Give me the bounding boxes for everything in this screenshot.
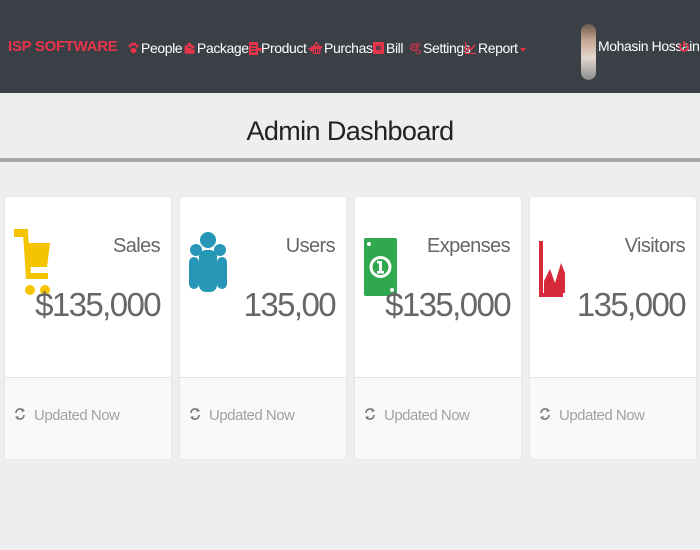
power-icon[interactable] bbox=[679, 40, 689, 53]
nav-item-report[interactable]: Report bbox=[465, 38, 526, 58]
refresh-icon[interactable] bbox=[189, 407, 201, 421]
money-icon bbox=[373, 42, 384, 55]
card-body: Expenses $135,000 bbox=[355, 197, 521, 377]
card-label: Users bbox=[285, 235, 336, 257]
stat-card-users: Users 135,00 Updated Now bbox=[180, 197, 346, 459]
refresh-icon[interactable] bbox=[539, 407, 551, 421]
nav-item-product[interactable]: Product bbox=[248, 38, 315, 58]
title-divider bbox=[0, 158, 700, 162]
card-value: $135,000 bbox=[385, 286, 511, 323]
stat-card-sales: Sales $135,000 Updated Now bbox=[5, 197, 171, 459]
refresh-icon[interactable] bbox=[14, 407, 26, 421]
updated-status: Updated Now bbox=[209, 407, 295, 424]
line-chart-icon bbox=[465, 42, 476, 55]
chevron-down-icon bbox=[519, 48, 526, 52]
card-body: Visitors 135,000 bbox=[530, 197, 696, 377]
updated-status: Updated Now bbox=[559, 407, 645, 424]
stat-card-visitors: Visitors 135,000 Updated Now bbox=[530, 197, 696, 459]
paw-icon bbox=[128, 42, 139, 55]
card-value: 135,00 bbox=[243, 286, 337, 323]
nav-label-settings: Settings bbox=[423, 40, 471, 56]
avatar[interactable] bbox=[581, 24, 596, 80]
card-value: 135,000 bbox=[576, 286, 687, 323]
nav-item-purchase[interactable]: Purchase bbox=[311, 38, 380, 58]
brand-logo[interactable]: ISP SOFTWARE bbox=[8, 38, 118, 55]
nav-label-packages: Packages bbox=[197, 40, 256, 56]
shopping-basket-icon bbox=[311, 42, 322, 55]
card-label: Expenses bbox=[426, 235, 511, 257]
updated-status: Updated Now bbox=[34, 407, 120, 424]
top-navbar: ISP SOFTWARE People Packages Product Pur… bbox=[0, 0, 700, 93]
card-body: Users 135,00 bbox=[180, 197, 346, 377]
cogs-icon bbox=[410, 42, 421, 55]
nav-label-people: People bbox=[141, 40, 183, 56]
nav-item-people[interactable]: People bbox=[128, 38, 191, 58]
card-value: $135,000 bbox=[35, 286, 161, 323]
updated-status: Updated Now bbox=[384, 407, 470, 424]
document-icon bbox=[248, 41, 259, 55]
refresh-icon[interactable] bbox=[364, 407, 376, 421]
page-title: Admin Dashboard bbox=[246, 116, 454, 146]
card-label: Visitors bbox=[624, 235, 686, 257]
users-icon bbox=[189, 229, 227, 299]
area-chart-icon bbox=[539, 229, 577, 299]
stat-card-expenses: Expenses $135,000 Updated Now bbox=[355, 197, 521, 459]
nav-label-report: Report bbox=[478, 40, 518, 56]
users-icon bbox=[184, 42, 195, 55]
nav-label-product: Product bbox=[261, 40, 307, 56]
nav-item-settings[interactable]: Settings bbox=[410, 38, 471, 58]
nav-label-bill: Bill bbox=[386, 40, 404, 56]
nav-item-bill[interactable]: Bill bbox=[373, 38, 403, 58]
card-body: Sales $135,000 bbox=[5, 197, 171, 377]
card-label: Sales bbox=[112, 235, 161, 257]
nav-label-purchase: Purchase bbox=[324, 40, 380, 56]
